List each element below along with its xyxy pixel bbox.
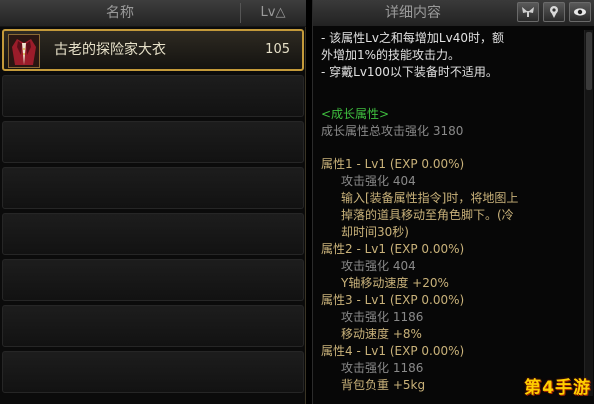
detail-line: 背包负重 +5kg <box>341 378 426 392</box>
attribute-heading: 属性4 - Lv1 (EXP 0.00%) <box>321 344 465 358</box>
eye-icon <box>574 8 586 16</box>
eye-button[interactable] <box>569 2 591 22</box>
list-item-selected[interactable]: 古老的探险家大衣 105 <box>2 29 304 71</box>
detail-scrollbar[interactable] <box>584 30 593 396</box>
list-item-empty[interactable] <box>2 305 304 347</box>
attribute-heading: 属性2 - Lv1 (EXP 0.00%) <box>321 242 465 256</box>
detail-line: 移动速度 +8% <box>341 327 422 341</box>
item-list-panel: 名称 Lv△ 古老的探险家大衣 105 <box>0 0 306 404</box>
item-level: 105 <box>265 42 290 57</box>
wings-icon <box>522 7 534 17</box>
scrollbar-thumb[interactable] <box>586 32 592 90</box>
detail-header: 详细内容 <box>313 0 594 26</box>
list-item-empty[interactable] <box>2 121 304 163</box>
detail-title: 详细内容 <box>385 5 441 21</box>
detail-panel: 详细内容 - 该属性Lv之和每增加Lv40时，额 外增加1%的技能攻击力。 - … <box>312 0 594 404</box>
detail-line: 攻击强化 1186 <box>341 361 424 375</box>
detail-line: 掉落的道具移动至角色脚下。(冷 <box>341 208 514 222</box>
list-header: 名称 Lv△ <box>0 0 306 27</box>
column-header-level[interactable]: Lv△ <box>241 0 305 26</box>
detail-line: 攻击强化 404 <box>341 174 416 188</box>
watermark-logo: 第4手游 <box>524 378 591 398</box>
attribute-heading: 属性3 - Lv1 (EXP 0.00%) <box>321 293 465 307</box>
detail-line: 输入[装备属性指令]时，将地图上 <box>341 191 519 205</box>
item-name: 古老的探险家大衣 <box>54 42 166 58</box>
detail-line: 攻击强化 1186 <box>341 310 424 324</box>
list-item-empty[interactable] <box>2 75 304 117</box>
detail-line: - 穿戴Lv100以下装备时不适用。 <box>321 65 498 79</box>
wings-button[interactable] <box>517 2 539 22</box>
map-pin-icon <box>550 6 558 18</box>
map-pin-button[interactable] <box>543 2 565 22</box>
list-item-empty[interactable] <box>2 259 304 301</box>
detail-line: 外增加1%的技能攻击力。 <box>321 48 461 62</box>
detail-line: Y轴移动速度 +20% <box>341 276 449 290</box>
list-item-empty[interactable] <box>2 351 304 393</box>
detail-line: 成长属性总攻击强化 3180 <box>321 124 464 138</box>
list-item-empty[interactable] <box>2 213 304 255</box>
detail-line: 却时间30秒) <box>341 225 409 239</box>
column-header-name[interactable]: 名称 <box>0 0 240 26</box>
coat-icon <box>8 34 40 68</box>
growth-attribute-heading: <成长属性> <box>321 107 390 121</box>
detail-line: - 该属性Lv之和每增加Lv40时，额 <box>321 31 504 45</box>
list-item-empty[interactable] <box>2 167 304 209</box>
attribute-heading: 属性1 - Lv1 (EXP 0.00%) <box>321 157 465 171</box>
detail-line: 攻击强化 404 <box>341 259 416 273</box>
